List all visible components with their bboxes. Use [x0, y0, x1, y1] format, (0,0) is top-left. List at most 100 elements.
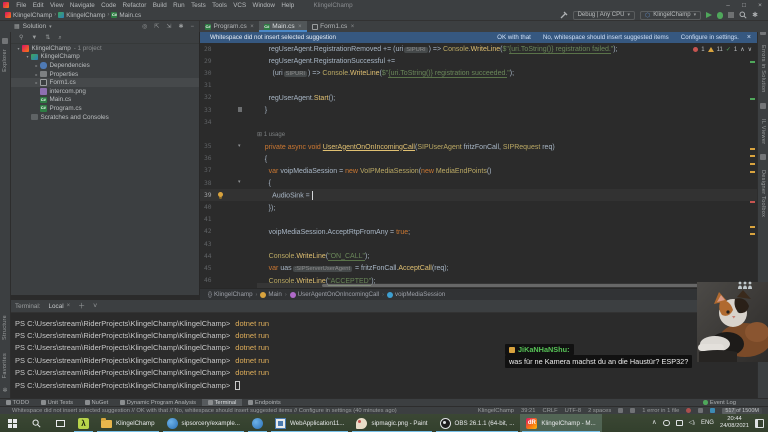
menu-item-view[interactable]: View	[47, 2, 67, 9]
usages-annotation[interactable]: ⊞ 1 usage	[257, 131, 285, 138]
editor-breadcrumb-item[interactable]: {} KlingelChamp	[208, 291, 253, 298]
tool-label-favorites[interactable]: Favorites	[2, 353, 8, 378]
action-center-icon[interactable]	[755, 418, 764, 428]
code-line-38[interactable]: 38 ▾ {	[200, 177, 757, 189]
tool-button-dynamic-program-analysis[interactable]: Dynamic Program Analysis	[114, 399, 202, 406]
breadcrumb-item[interactable]: KlingelChamp	[5, 12, 52, 19]
tool-button-nuget[interactable]: NuGet	[79, 399, 114, 406]
status-segment[interactable]: UTF-8	[565, 408, 581, 414]
tool-label-errors-in-solution[interactable]: Errors in Solution	[760, 45, 766, 93]
settings-gear-icon[interactable]: ✱	[752, 12, 758, 19]
taskbar-app-webapplication11-[interactable]: WebApplication11...	[269, 414, 350, 432]
tree-search-icon[interactable]: ⌕	[58, 35, 61, 41]
taskbar-app-icon-0[interactable]: λ	[72, 414, 95, 432]
tool-label-explorer[interactable]: Explorer	[2, 49, 8, 72]
inspection-widget[interactable]: 1 11 ✓ 1 ∧ ∨	[690, 45, 755, 54]
display-icon[interactable]	[675, 420, 683, 426]
code-editor[interactable]: 28 regUserAgent.RegistrationRemoved += (…	[200, 43, 757, 288]
code-line-43[interactable]: 43	[200, 238, 757, 250]
tab-close-icon[interactable]: ×	[298, 24, 302, 30]
taskbar-app-sipmagic-png-paint[interactable]: sipmagic.png - Paint	[350, 414, 433, 432]
code-line-44[interactable]: 44 Console.WriteLine("ON_CALL");	[200, 250, 757, 262]
notification-action[interactable]: Configure in settings.	[681, 34, 739, 41]
menu-item-edit[interactable]: Edit	[30, 2, 47, 9]
status-segment[interactable]: CRLF	[543, 408, 558, 414]
tree-chevron-icon[interactable]: ▸	[33, 80, 40, 85]
terminal-dropdown-icon[interactable]: ˅	[93, 303, 97, 310]
menu-item-navigate[interactable]: Navigate	[67, 2, 98, 9]
debug-button[interactable]	[717, 11, 724, 19]
editor-breadcrumb-item[interactable]: UserAgentOnOnIncomingCall	[289, 291, 379, 298]
notification-close-icon[interactable]: ×	[747, 34, 757, 41]
tree-item-program-cs[interactable]: C# Program.cs	[11, 104, 199, 113]
code-line-39[interactable]: 39 AudioSink =	[200, 189, 757, 202]
sort-icon[interactable]: ⇅	[45, 35, 50, 41]
next-issue-icon[interactable]: ∨	[748, 46, 752, 53]
code-line-35[interactable]: 35 ▾ private async void UserAgentOnOnInco…	[200, 141, 757, 153]
menu-item-help[interactable]: Help	[278, 2, 297, 9]
lock-icon[interactable]	[618, 408, 624, 413]
menu-item-file[interactable]: File	[13, 2, 30, 9]
menu-item-run[interactable]: Run	[170, 2, 188, 9]
terminal-tab-local[interactable]: Local ×	[49, 303, 71, 310]
tab-main-cs[interactable]: C# Main.cs ×	[258, 21, 307, 32]
panel-settings-icon[interactable]: ✱	[178, 24, 183, 30]
code-line-37[interactable]: 37 var voipMediaSession = new VoIPMediaS…	[200, 165, 757, 177]
tree-chevron-icon[interactable]: ▸	[33, 63, 40, 68]
close-button[interactable]: ×	[752, 2, 768, 9]
tree-options-icon[interactable]: ⚲	[19, 35, 23, 41]
code-line-45[interactable]: 45 var uas:SIPServerUserAgent = fritzFon…	[200, 262, 757, 274]
notification-action[interactable]: OK with that	[497, 34, 531, 41]
debug-config-selector[interactable]: Debug | Any CPU ▾	[572, 10, 635, 20]
expand-all-icon[interactable]: ⇲	[166, 24, 171, 30]
maximize-button[interactable]: □	[736, 2, 752, 9]
solution-header-label[interactable]: Solution	[23, 23, 47, 30]
tree-item-main-cs[interactable]: C# Main.cs	[11, 96, 199, 105]
run-config-selector[interactable]: ⬡ KlingelChamp ▾	[640, 10, 702, 20]
tree-item-dependencies[interactable]: ▸ Dependencies	[11, 61, 199, 70]
taskbar-app-klingelchamp[interactable]: KlingelChamp	[95, 414, 161, 432]
hide-panel-icon[interactable]: −	[190, 24, 194, 30]
menu-item-tools[interactable]: Tools	[209, 2, 230, 9]
code-line-31[interactable]: 31	[200, 80, 757, 92]
memory-indicator[interactable]: 517 of 1500M	[722, 407, 762, 414]
code-line-32[interactable]: 32 regUserAgent.Start();	[200, 92, 757, 104]
fold-chevron-icon[interactable]: ▾	[238, 143, 241, 149]
code-line-34[interactable]: 34	[200, 116, 757, 128]
menu-item-vcs[interactable]: VCS	[230, 2, 249, 9]
run-button[interactable]	[706, 12, 713, 18]
tool-label-designer-toolbox[interactable]: Designer Toolbox	[760, 170, 766, 217]
locate-file-icon[interactable]: ◎	[142, 24, 147, 30]
tree-item-properties[interactable]: ▸ Properties	[11, 70, 199, 79]
search-icon[interactable]	[739, 11, 747, 19]
menu-item-build[interactable]: Build	[150, 2, 170, 9]
onedrive-icon[interactable]	[662, 420, 670, 426]
tool-button-terminal[interactable]: Terminal	[202, 399, 243, 406]
scrollbar-thumb[interactable]	[322, 284, 742, 287]
close-icon[interactable]: ×	[67, 303, 71, 309]
tab-program-cs[interactable]: C# Program.cs ×	[200, 21, 259, 32]
bell-icon[interactable]	[630, 408, 636, 413]
tree-item-intercom-png[interactable]: intercom.png	[11, 87, 199, 96]
fold-chevron-icon[interactable]: ▾	[238, 179, 241, 185]
tool-button-unit-tests[interactable]: Unit Tests	[35, 399, 79, 406]
tree-item-form1-cs[interactable]: ▸ Form1.cs	[11, 78, 199, 87]
filter-icon[interactable]: ▼	[31, 35, 37, 41]
taskbar-app-klingelchamp-m-[interactable]: dR KlingelChamp - M...	[520, 414, 602, 432]
error-stripe[interactable]	[749, 43, 756, 288]
stop-button[interactable]	[728, 12, 735, 18]
menu-item-tests[interactable]: Tests	[188, 2, 209, 9]
tray-chevron-up-icon[interactable]: ∧	[652, 419, 657, 427]
menu-item-code[interactable]: Code	[98, 2, 119, 9]
prev-issue-icon[interactable]: ∧	[740, 46, 744, 53]
editor-breadcrumb-item[interactable]: Main	[260, 291, 282, 298]
status-segment[interactable]: 2 spaces	[588, 408, 611, 414]
tree-item-klingelchamp[interactable]: ▾ KlingelChamp - 1 project	[11, 44, 199, 53]
code-line-33[interactable]: 33 }	[200, 104, 757, 116]
tool-button-todo[interactable]: TODO	[0, 399, 35, 406]
language-indicator[interactable]: ENG	[701, 420, 714, 426]
breadcrumb-item[interactable]: KlingelChamp	[58, 12, 105, 19]
code-line-29[interactable]: 29 regUserAgent.RegistrationSuccessful +…	[200, 55, 757, 67]
resharper-icon[interactable]	[698, 408, 704, 413]
tree-chevron-icon[interactable]: ▸	[33, 72, 40, 77]
